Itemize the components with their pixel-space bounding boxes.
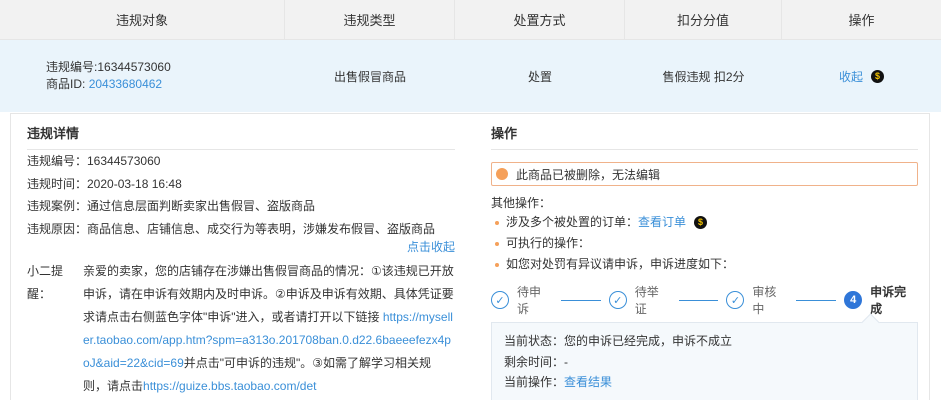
col-header-action: 处置方式 [455, 0, 625, 39]
current-operation: 当前操作：查看结果 [504, 375, 613, 389]
step-under-review: ✓ 审核中 [726, 283, 788, 317]
deleted-warning: 此商品已被删除，无法编辑 [491, 162, 918, 186]
operations-section: 操作 此商品已被删除，无法编辑 其他操作： 涉及多个被处置的订单： 查看订单 $… [491, 114, 918, 400]
appeal-progress: ✓ 待申诉 ✓ 待举证 ✓ 审核中 4 申诉完成 [491, 285, 918, 316]
table-header: 违规对象 违规类型 处置方式 扣分分值 操作 [0, 0, 941, 40]
col-header-operation: 操作 [848, 13, 875, 28]
step-appeal-complete: 4 申诉完成 [844, 283, 918, 317]
bullet-executable: 可执行的操作： [491, 233, 918, 254]
step-number-icon: 4 [844, 291, 863, 309]
table-row: 违规编号:16344573060 商品ID: 20433680462 出售假冒商… [0, 40, 941, 112]
violation-type-cell: 出售假冒商品 [333, 69, 406, 84]
col-header-object: 违规对象 [0, 0, 285, 39]
warning-icon [496, 168, 508, 180]
disposal-cell: 处置 [527, 69, 552, 84]
bullet-dot [495, 262, 499, 267]
product-id: 商品ID: 20433680462 [46, 77, 163, 91]
step-pending-evidence: ✓ 待举证 [608, 283, 671, 317]
step-pending-appeal: ✓ 待申诉 [491, 283, 553, 317]
dollar-coin-icon[interactable]: $ [871, 69, 884, 83]
bullet-orders: 涉及多个被处置的订单： 查看订单 $ [491, 212, 918, 233]
operation-cell: 收起 $ [782, 40, 941, 112]
check-icon: ✓ [726, 291, 745, 309]
col-header-type: 违规类型 [285, 0, 455, 39]
step-connector [796, 299, 837, 301]
view-result-link[interactable]: 查看结果 [564, 375, 612, 389]
other-ops-label: 其他操作： [491, 196, 552, 210]
detail-panel: 违规详情 违规编号：16344573060 违规时间：2020-03-18 16… [10, 113, 930, 400]
check-icon: ✓ [608, 291, 627, 309]
violation-object-cell: 违规编号:16344573060 商品ID: 20433680462 [0, 40, 285, 112]
view-orders-link[interactable]: 查看订单 [638, 212, 686, 233]
detail-violation-reason: 违规原因：商品信息、店铺信息、成交行为等表明，涉嫌发布假冒、盗版商品 [27, 221, 436, 236]
detail-violation-case: 违规案例：通过信息层面判断卖家出售假冒、盗版商品 [27, 199, 316, 213]
warning-text: 此商品已被删除，无法编辑 [516, 167, 661, 182]
remaining-time: 剩余时间：- [504, 354, 568, 369]
col-header-score: 扣分分值 [625, 0, 782, 39]
product-id-link[interactable]: 20433680462 [89, 77, 162, 91]
dollar-coin-icon[interactable]: $ [694, 216, 708, 229]
collapse-details-link[interactable]: 点击收起 [407, 240, 455, 254]
rules-link[interactable]: https://guize.bbs.taobao.com/det [143, 379, 316, 393]
current-status: 当前状态：您的申诉已经完成，申诉不成立 [504, 334, 733, 348]
details-title: 违规详情 [27, 114, 455, 150]
step-connector [560, 299, 601, 301]
score-cell: 售假违规 扣2分 [662, 69, 745, 84]
admin-tip: 小二提醒： 亲爱的卖家，您的店铺存在涉嫌出售假冒商品的情况：①该违规已开放申诉，… [27, 260, 455, 398]
detail-violation-number: 违规编号：16344573060 [27, 154, 161, 168]
tip-body: 亲爱的卖家，您的店铺存在涉嫌出售假冒商品的情况：①该违规已开放申诉，请在申诉有效… [83, 264, 454, 393]
bullet-dot [495, 241, 499, 246]
operations-title: 操作 [491, 114, 918, 150]
violation-number: 违规编号:16344573060 [46, 60, 171, 74]
appeal-status-box: 当前状态：您的申诉已经完成，申诉不成立 剩余时间：- 当前操作：查看结果 [491, 322, 918, 400]
violation-page: 违规对象 违规类型 处置方式 扣分分值 操作 违规编号:16344573060 … [0, 0, 941, 400]
detail-violation-time: 违规时间：2020-03-18 16:48 [27, 176, 182, 191]
bullet-dot [495, 220, 499, 225]
step-connector [678, 299, 719, 301]
tip-label: 小二提醒： [27, 264, 64, 301]
check-icon: ✓ [491, 291, 509, 309]
collapse-row-link[interactable]: 收起 [839, 68, 863, 85]
bullet-appeal: 如您对处罚有异议请申诉，申诉进度如下： [491, 254, 918, 275]
violation-details: 违规详情 违规编号：16344573060 违规时间：2020-03-18 16… [27, 114, 455, 398]
